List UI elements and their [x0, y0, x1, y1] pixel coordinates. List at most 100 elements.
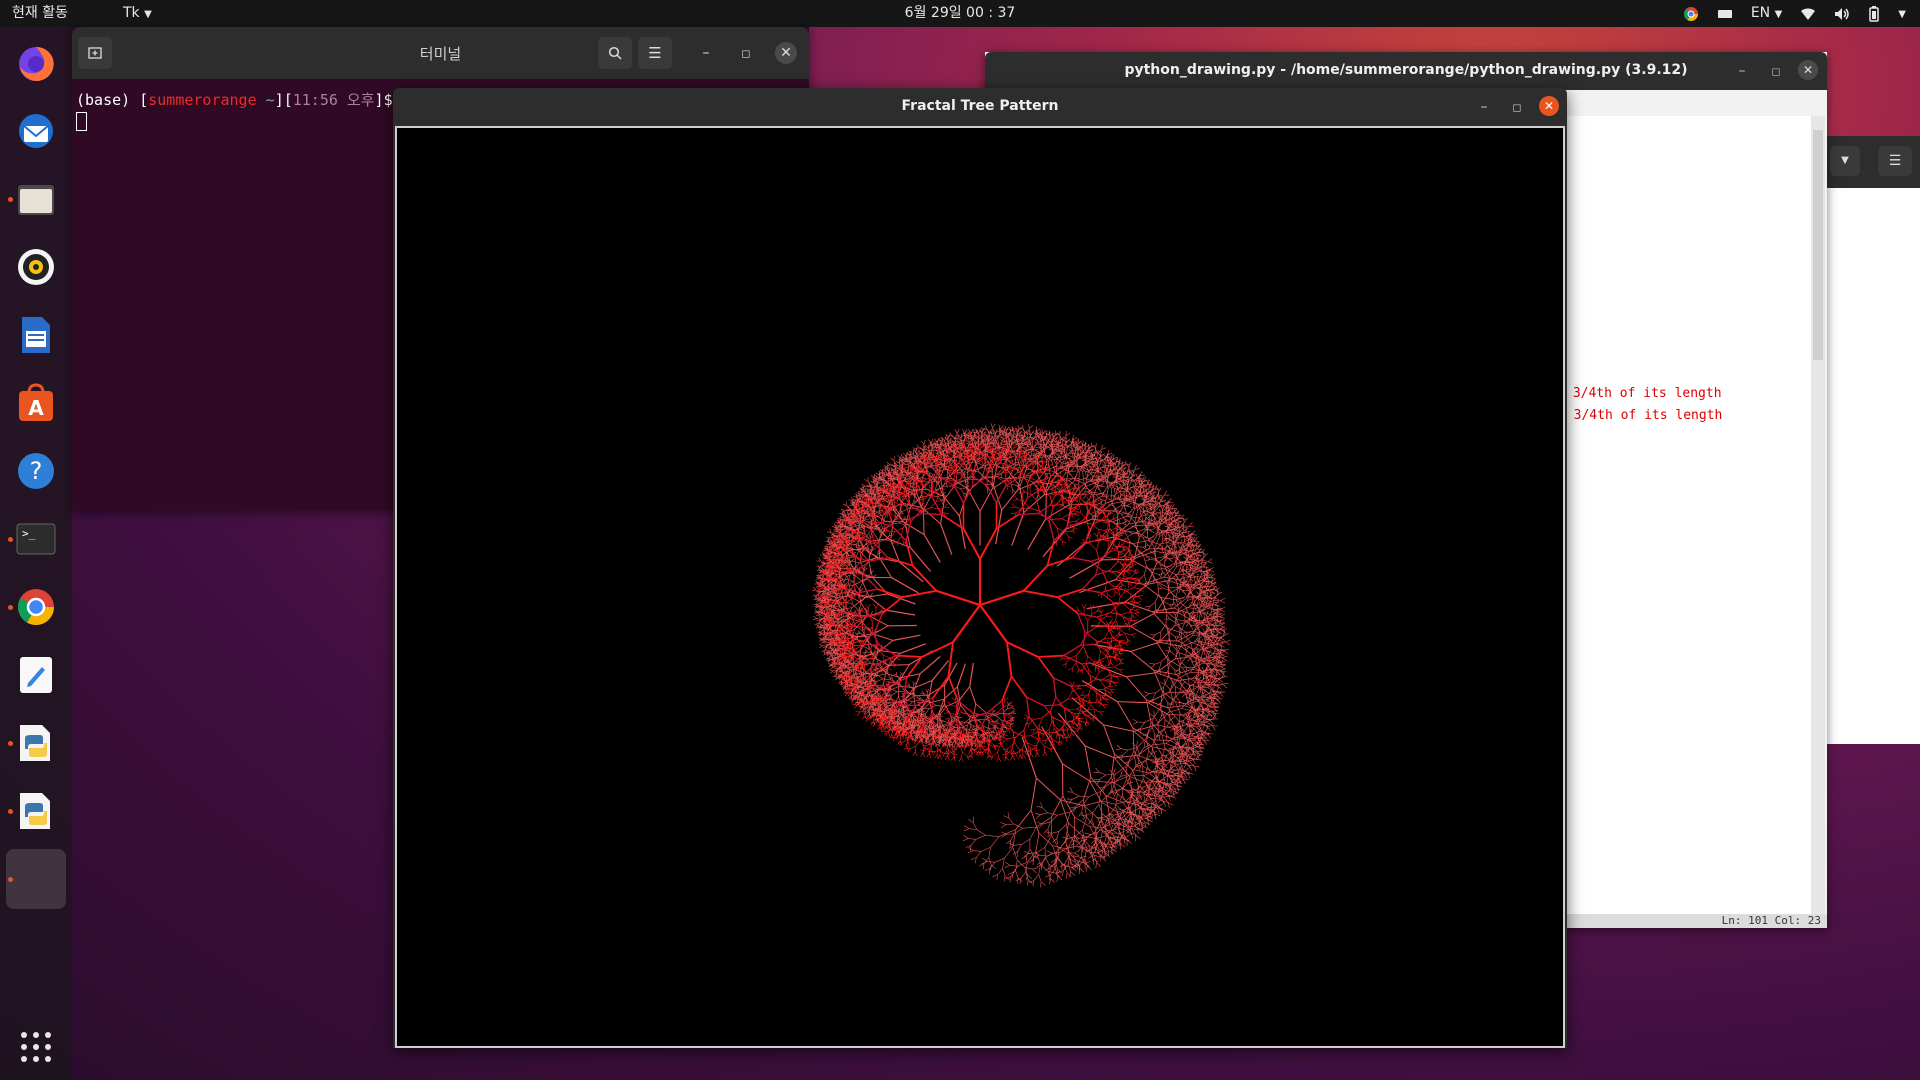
maximize-button[interactable]: ◻ [735, 42, 757, 64]
fractal-branch [833, 670, 837, 674]
minimize-button[interactable]: – [1731, 60, 1753, 82]
minimize-button[interactable]: – [1473, 96, 1495, 118]
fractal-branch [813, 598, 818, 600]
fractal-branch [907, 699, 913, 702]
close-button[interactable]: ✕ [775, 42, 797, 64]
fractal-branch [818, 616, 823, 619]
fractal-branch [969, 461, 976, 463]
fractal-branch [856, 492, 861, 495]
fractal-branch [812, 589, 817, 591]
chrome-tray-icon[interactable] [1683, 6, 1699, 22]
battery-icon[interactable] [1868, 6, 1880, 22]
show-applications-button[interactable] [6, 1017, 66, 1077]
search-button[interactable] [598, 37, 632, 69]
dock-chrome[interactable] [6, 577, 66, 637]
fractal-branch [891, 689, 898, 693]
fractal-branch [823, 565, 827, 569]
keyboard-icon[interactable] [1717, 8, 1733, 20]
minimize-button[interactable]: – [695, 42, 717, 64]
dock-terminal[interactable]: >_ [6, 509, 66, 569]
fractal-branch [901, 713, 910, 716]
fractal-branch [985, 438, 988, 443]
turtle-canvas[interactable] [395, 126, 1565, 1048]
scrollbar-thumb[interactable] [1813, 130, 1823, 360]
python-icon [20, 793, 50, 829]
fractal-branch [853, 576, 870, 586]
fractal-branch [899, 513, 904, 515]
fractal-branch [992, 710, 996, 713]
fractal-branch [854, 609, 857, 614]
clock-area: 6월 29일 00 : 37 [0, 5, 1920, 22]
fractal-branch [928, 680, 933, 700]
hamburger-icon[interactable]: ☰ [1878, 146, 1912, 176]
fractal-branch [912, 673, 921, 693]
fractal-branch [986, 434, 988, 439]
maximize-button[interactable]: ◻ [1765, 60, 1787, 82]
minimize-icon: – [1738, 63, 1746, 79]
fractal-branch [1021, 453, 1025, 458]
wifi-icon[interactable] [1800, 7, 1816, 21]
chevron-down-icon[interactable]: ▼ [1898, 6, 1906, 23]
fractal-branch [994, 727, 998, 733]
fractal-branch [1011, 489, 1014, 495]
dock-firefox[interactable] [6, 33, 66, 93]
fractal-branch [860, 587, 864, 592]
dock-tk-app[interactable] [6, 849, 66, 909]
fractal-branch [866, 711, 869, 715]
blank-app-icon [16, 859, 56, 899]
system-tray[interactable]: EN ▼ ▼ [1683, 5, 1906, 23]
fractal-branch [922, 482, 929, 489]
dock-idle-2[interactable] [6, 781, 66, 841]
chevron-down-icon[interactable]: ▼ [1830, 146, 1860, 176]
app-menu[interactable]: Tk ▼ [123, 5, 152, 23]
fractal-branch [873, 574, 877, 578]
fractal-branch [999, 432, 1002, 438]
vertical-scrollbar[interactable] [1811, 116, 1825, 914]
language-indicator[interactable]: EN ▼ [1751, 5, 1782, 23]
fractal-branch [938, 437, 942, 443]
fractal-branch [864, 479, 869, 482]
dock-thunderbird[interactable] [6, 101, 66, 161]
fractal-branch [863, 656, 868, 658]
fractal-branch [969, 686, 977, 704]
app-grid-icon [21, 1032, 51, 1062]
dock-text-editor[interactable] [6, 645, 66, 705]
code-line: 3/4th of its length [1565, 386, 1722, 401]
dock-rhythmbox[interactable] [6, 237, 66, 297]
running-indicator [8, 809, 13, 814]
activities-button[interactable]: 현재 활동 [12, 5, 68, 22]
menu-button[interactable]: ☰ [638, 37, 672, 69]
fractal-branch [818, 645, 823, 648]
prompt-sep: ][ [274, 91, 293, 109]
maximize-button[interactable]: ◻ [1506, 96, 1528, 118]
dock-writer[interactable] [6, 305, 66, 365]
terminal-titlebar[interactable]: 터미널 ☰ – ◻ ✕ [72, 27, 809, 79]
fractal-branch [989, 735, 991, 740]
dock-software[interactable]: A [6, 373, 66, 433]
fractal-branch [992, 485, 1003, 511]
dock-files[interactable] [6, 169, 66, 229]
fractal-branch [929, 737, 933, 742]
fractal-branch [874, 718, 877, 722]
dock-help[interactable]: ? [6, 441, 66, 501]
fractal-branch [875, 472, 880, 476]
background-window-titlebar[interactable]: ▼ ☰ [1826, 136, 1920, 188]
close-button[interactable]: ✕ [1539, 96, 1559, 116]
language-label: EN [1750, 5, 1771, 21]
fractal-branch [946, 482, 948, 488]
dock-idle-1[interactable] [6, 713, 66, 773]
fractal-branch [902, 453, 907, 457]
fractal-branch [969, 662, 974, 687]
volume-icon[interactable] [1834, 7, 1850, 21]
fractal-branch [909, 467, 912, 472]
fractal-branch [935, 739, 939, 743]
fractal-branch [856, 543, 858, 548]
fractal-branch [956, 663, 966, 688]
idle-titlebar[interactable]: python_drawing.py - /home/summerorange/p… [985, 52, 1827, 90]
close-button[interactable]: ✕ [1798, 60, 1818, 80]
clock[interactable]: 6월 29일 00 : 37 [905, 5, 1016, 21]
fractal-branch [890, 457, 895, 462]
fractal-branch [934, 438, 938, 443]
close-icon: ✕ [780, 45, 792, 61]
fractal-branch [836, 673, 841, 675]
